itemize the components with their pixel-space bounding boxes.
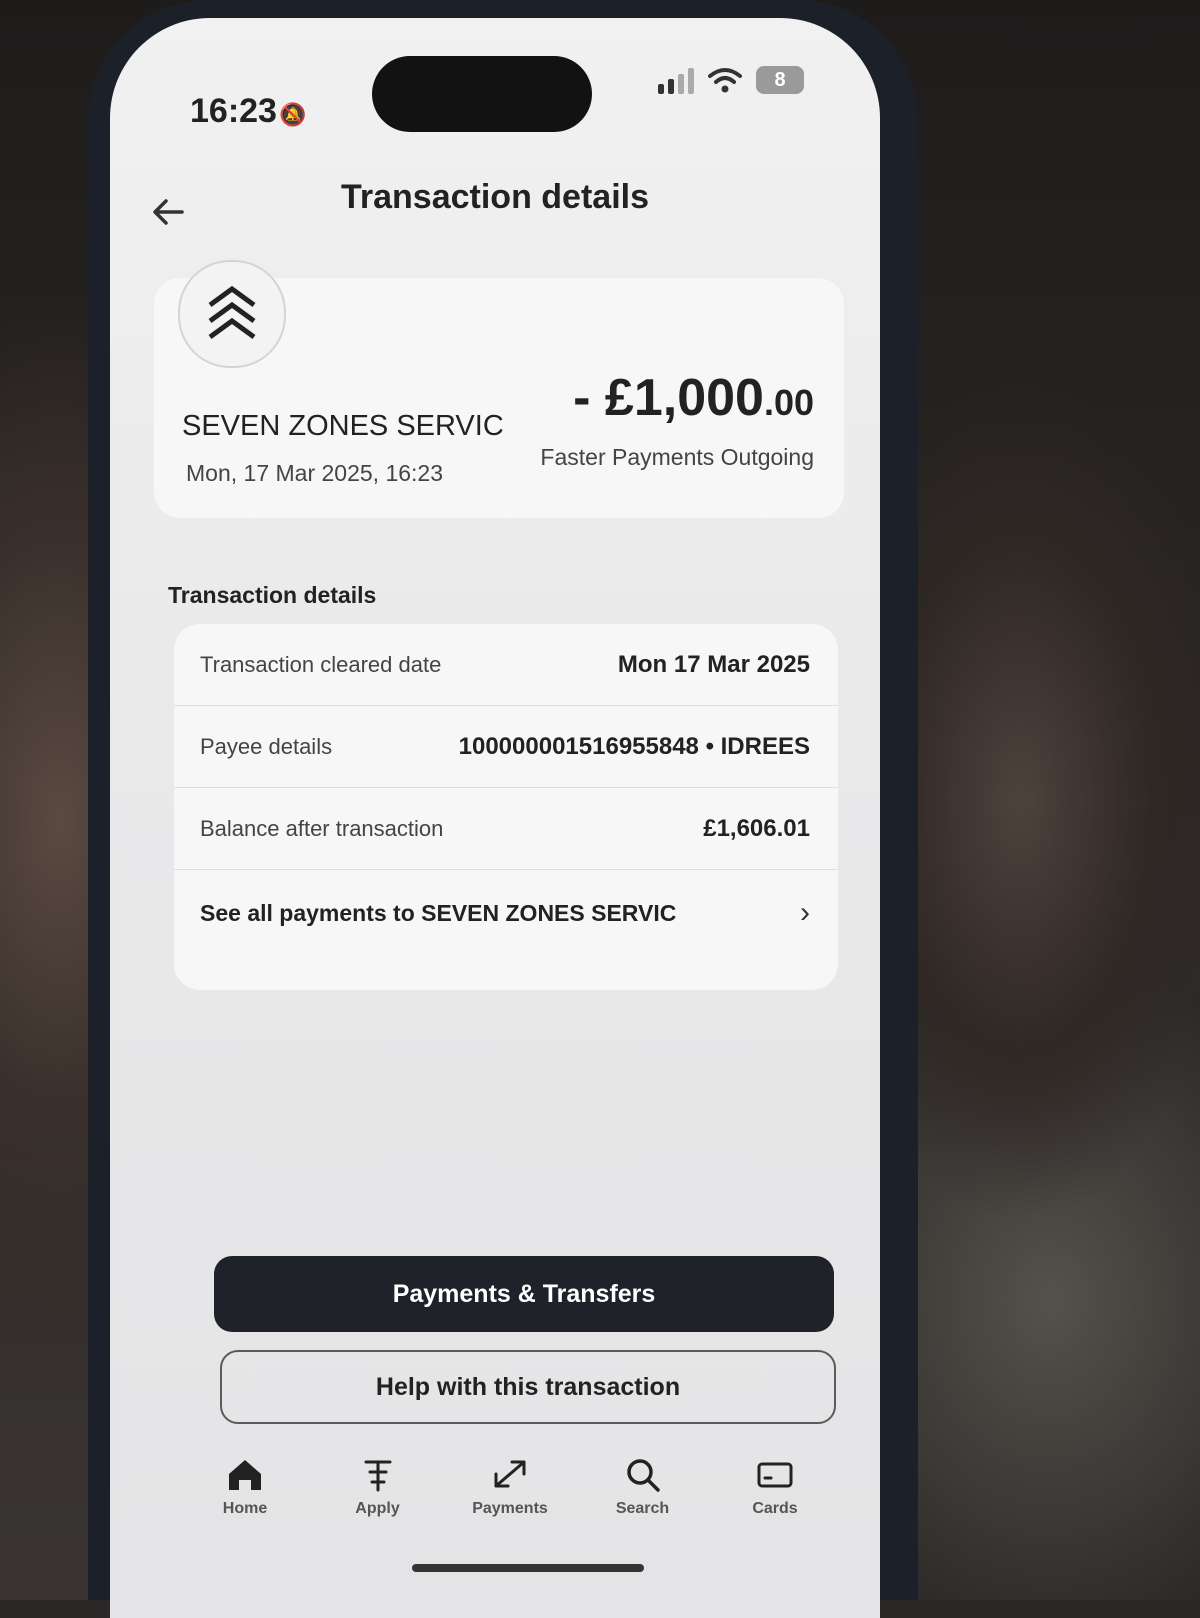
detail-row-balance: Balance after transaction £1,606.01 — [174, 788, 838, 870]
transaction-amount: - £1,000.00 — [573, 368, 814, 428]
tab-label: Payments — [472, 1500, 548, 1517]
help-transaction-button[interactable]: Help with this transaction — [220, 1350, 836, 1424]
dynamic-island — [372, 56, 592, 132]
page-title: Transaction details — [341, 178, 649, 216]
tab-label: Cards — [752, 1500, 798, 1517]
cellular-signal-icon — [658, 66, 694, 94]
detail-label: Payee details — [200, 733, 333, 759]
search-icon — [626, 1459, 660, 1492]
triple-chevron-up-logo — [208, 285, 256, 340]
tab-search[interactable]: Search — [588, 1456, 698, 1556]
amount-pence: .00 — [763, 382, 814, 423]
tab-payments[interactable]: Payments — [455, 1456, 565, 1556]
detail-row-cleared-date: Transaction cleared date Mon 17 Mar 2025 — [174, 624, 838, 706]
detail-row-payee: Payee details 100000001516955848 • IDREE… — [174, 706, 838, 788]
tab-apply[interactable]: Apply — [323, 1456, 433, 1556]
detail-label: Transaction cleared date — [200, 651, 442, 677]
bottom-tab-bar: Home Apply Payments Search Cards — [190, 1456, 830, 1556]
card-icon — [757, 1462, 793, 1488]
tab-cards[interactable]: Cards — [720, 1456, 830, 1556]
merchant-name: SEVEN ZONES SERVIC — [182, 410, 504, 442]
detail-value: 100000001516955848 • IDREES — [458, 732, 810, 760]
status-time-text: 16:23 — [190, 92, 277, 130]
detail-value: Mon 17 Mar 2025 — [617, 650, 810, 678]
see-all-payments-link[interactable]: See all payments to SEVEN ZONES SERVIC › — [174, 872, 838, 954]
chevron-right-icon: › — [800, 896, 810, 929]
wifi-icon — [708, 68, 742, 93]
status-icons: 8 — [658, 66, 804, 94]
merchant-logo — [178, 260, 286, 368]
tab-label: Apply — [355, 1500, 400, 1517]
section-heading: Transaction details — [168, 582, 377, 608]
amount-main: - £1,000 — [573, 369, 764, 427]
detail-value: £1,606.01 — [703, 814, 810, 842]
payments-transfers-button[interactable]: Payments & Transfers — [214, 1256, 834, 1332]
details-card: Transaction cleared date Mon 17 Mar 2025… — [174, 624, 838, 990]
home-icon — [229, 1460, 261, 1490]
see-all-payments-label: See all payments to SEVEN ZONES SERVIC — [200, 899, 677, 926]
tab-label: Search — [615, 1500, 670, 1517]
status-time: 16:23🔕 — [190, 92, 306, 131]
battery-icon: 8 — [756, 66, 804, 94]
payments-icon — [494, 1460, 526, 1488]
bell-muted-icon: 🔕 — [278, 102, 307, 127]
tab-label: Home — [222, 1500, 268, 1517]
apply-icon — [364, 1460, 391, 1492]
detail-label: Balance after transaction — [200, 815, 444, 841]
home-indicator — [412, 1564, 644, 1572]
payment-type: Faster Payments Outgoing — [540, 444, 814, 470]
transaction-datetime: Mon, 17 Mar 2025, 16:23 — [186, 460, 443, 486]
phone-screen: 16:23🔕 8 Transaction details SEVEN ZONES… — [110, 18, 880, 1618]
tab-home[interactable]: Home — [190, 1456, 300, 1556]
